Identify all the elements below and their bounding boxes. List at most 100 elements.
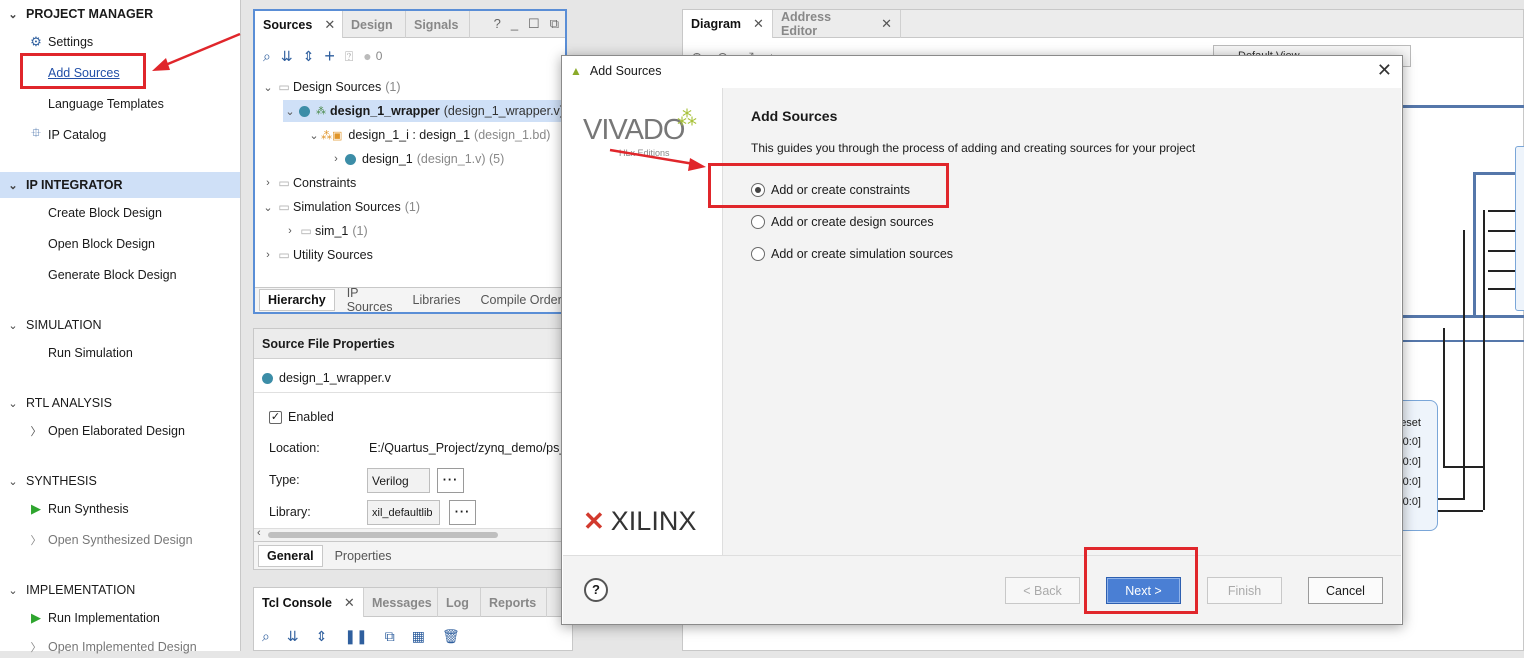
close-icon[interactable]: ✕ [324,17,335,33]
tab-general[interactable]: General [258,544,323,567]
help-icon[interactable]: ? [494,16,501,32]
nav-run-implementation[interactable]: ▶ Run Implementation [24,607,160,629]
tab-tcl-console[interactable]: Tcl Console ✕ [254,588,364,617]
xilinx-logo: ✕ XILINX [583,506,697,536]
chevron-down-icon: ⌄ [8,319,18,332]
verilog-file-icon [299,105,310,117]
dialog-description: This guides you through the process of a… [751,141,1196,155]
section-implementation[interactable]: ⌄ IMPLEMENTATION [0,578,240,602]
add-icon[interactable]: + [324,46,335,67]
maximize-icon[interactable]: ☐ [528,16,540,32]
chevron-down-icon[interactable]: ⌄ [261,81,275,94]
block-design-icon: ⁂▣ [321,129,343,142]
chevron-right-icon[interactable]: › [261,249,275,261]
folder-icon: ▭ [278,200,290,214]
nav-ip-catalog[interactable]: ⯐ IP Catalog [24,124,106,146]
sources-panel: Sources ✕ Design Signals ? _ ☐ ⧉ ⌕ ⇊ ⇕ +… [253,9,569,317]
back-button[interactable]: < Back [1005,577,1080,604]
nav-open-elaborated-design[interactable]: 〉 Open Elaborated Design [24,420,185,442]
search-icon[interactable]: ⌕ [262,628,270,645]
chevron-right-icon[interactable]: › [329,153,343,165]
tree-simulation-sources[interactable]: ⌄ ▭ Simulation Sources (1) [261,196,420,218]
cancel-button[interactable]: Cancel [1308,577,1383,604]
close-icon[interactable]: ✕ [881,16,892,32]
sources-toolbar: ⌕ ⇊ ⇕ + ⍰ ● 0 [255,42,565,70]
tab-libraries[interactable]: Libraries [405,290,469,310]
tab-sources[interactable]: Sources ✕ [255,11,343,38]
chevron-down-icon[interactable]: ⌄ [261,201,275,214]
library-browse-button[interactable]: ··· [449,500,476,525]
tab-log[interactable]: Log [438,588,481,617]
tab-address-editor[interactable]: Address Editor ✕ [773,10,901,38]
type-browse-button[interactable]: ··· [437,468,464,493]
nav-open-synthesized-design[interactable]: 〉 Open Synthesized Design [24,529,193,551]
copy-icon[interactable]: ⧉ [385,628,395,645]
expand-all-icon[interactable]: ⇕ [316,628,328,645]
tcl-console-panel: Tcl Console ✕ Messages Log Reports ⌕ ⇊ ⇕… [253,587,573,651]
nav-create-block-design[interactable]: Create Block Design [24,202,162,224]
radio-unselected[interactable] [751,215,765,229]
chevron-down-icon[interactable]: ⌄ [307,129,321,142]
close-icon[interactable]: ✕ [344,595,355,611]
type-field[interactable]: Verilog [367,468,430,493]
tab-design[interactable]: Design [343,11,406,38]
section-ip-integrator[interactable]: ⌄ IP INTEGRATOR [0,172,240,198]
zynq-block[interactable] [1515,146,1524,311]
nav-open-implemented-design[interactable]: 〉 Open Implemented Design [24,636,197,658]
scrollbar-thumb[interactable] [268,532,498,538]
nav-open-block-design[interactable]: Open Block Design [24,233,155,255]
section-simulation[interactable]: ⌄ SIMULATION [0,313,240,337]
chevron-right-icon[interactable]: › [283,225,297,237]
annotation-box-constraints [708,163,949,208]
expand-all-icon[interactable]: ⇕ [303,48,315,65]
nav-run-synthesis[interactable]: ▶ Run Synthesis [24,498,129,520]
chevron-down-icon[interactable]: ⌄ [283,105,297,118]
section-project-manager[interactable]: ⌄ PROJECT MANAGER [0,2,240,26]
horizontal-scrollbar[interactable]: ‹ [254,527,566,541]
tab-ip-sources[interactable]: IP Sources [339,283,401,317]
folder-icon: ▭ [278,248,290,262]
radio-unselected[interactable] [751,247,765,261]
finish-button[interactable]: Finish [1207,577,1282,604]
close-icon[interactable]: ✕ [753,16,764,32]
scroll-left-icon[interactable]: ‹ [257,527,261,539]
nav-run-simulation[interactable]: Run Simulation [24,342,133,364]
float-icon[interactable]: ⧉ [550,16,559,32]
tab-messages[interactable]: Messages [364,588,438,617]
hierarchy-icon: ⁂ [316,105,326,117]
option-design-sources[interactable]: Add or create design sources [751,212,934,232]
tab-properties[interactable]: Properties [327,546,400,566]
tab-diagram[interactable]: Diagram ✕ [683,10,773,38]
nav-generate-block-design[interactable]: Generate Block Design [24,264,177,286]
tree-sim-1[interactable]: › ▭ sim_1 (1) [283,220,367,242]
collapse-all-icon[interactable]: ⇊ [281,48,293,65]
library-field[interactable]: xil_defaultlib [367,500,440,525]
section-rtl-analysis[interactable]: ⌄ RTL ANALYSIS [0,391,240,415]
chevron-right-icon[interactable]: › [261,177,275,189]
tree-utility-sources[interactable]: › ▭ Utility Sources [261,244,373,266]
tab-hierarchy[interactable]: Hierarchy [259,289,335,311]
tab-reports[interactable]: Reports [481,588,547,617]
nav-language-templates[interactable]: Language Templates [24,93,164,115]
tab-compile-order[interactable]: Compile Order [472,290,569,310]
search-icon[interactable]: ⌕ [263,48,271,65]
panel-window-controls: ? _ ☐ ⧉ [494,16,559,32]
tree-design-sources[interactable]: ⌄ ▭ Design Sources (1) [261,76,400,98]
collapse-all-icon[interactable]: ⇊ [287,628,299,645]
tree-design-1[interactable]: › design_1 (design_1.v) (5) [329,148,504,170]
trash-icon[interactable]: 🗑 [442,628,460,645]
pause-icon[interactable]: ❚❚ [344,628,367,645]
table-icon[interactable]: ▦ [412,628,425,645]
tree-constraints[interactable]: › ▭ Constraints [261,172,356,194]
tab-signals[interactable]: Signals [406,11,470,38]
option-simulation-sources[interactable]: Add or create simulation sources [751,244,953,264]
minimize-icon[interactable]: _ [511,16,518,32]
nav-settings[interactable]: ⚙ Settings [24,31,93,53]
close-icon[interactable]: ✕ [1377,60,1392,81]
help-icon[interactable]: ? [584,578,608,602]
section-synthesis[interactable]: ⌄ SYNTHESIS [0,469,240,493]
tree-design-1-wrapper[interactable]: ⌄ ⁂ design_1_wrapper (design_1_wrapper.v… [283,100,568,122]
tree-design-1-i[interactable]: ⌄ ⁂▣ design_1_i : design_1 (design_1.bd) [307,124,550,146]
enabled-checkbox[interactable]: ✓ Enabled [269,405,334,429]
info-icon[interactable]: ⍰ [345,48,353,65]
